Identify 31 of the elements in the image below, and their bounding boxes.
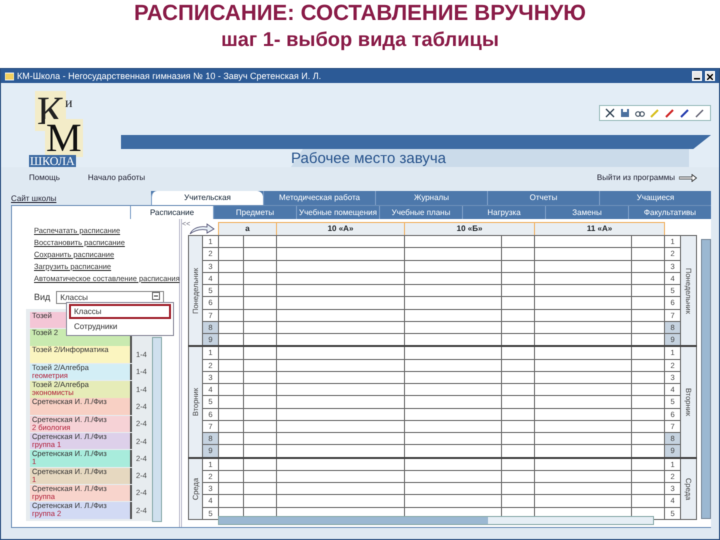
close-icon: [707, 74, 713, 80]
logo-letter: и: [65, 97, 72, 111]
curved-arrow-icon[interactable]: [188, 222, 214, 235]
scrollbar[interactable]: [701, 239, 711, 519]
class-header: 10 «А»: [276, 222, 405, 236]
slide-title: РАСПИСАНИЕ: СОСТАВЛЕНИЕ ВРУЧНУЮ: [133, 0, 587, 26]
tab[interactable]: Учительская: [151, 191, 263, 205]
logo-caption: ШКОЛА: [29, 155, 76, 167]
window-title: КМ-Школа - Негосударственная гимназия № 10 - Завуч Сретенская И. Л.: [17, 70, 322, 83]
nav-link[interactable]: Начало работы: [88, 172, 146, 184]
slide-subtitle: шаг 1- выбор вида таблицы: [220, 28, 500, 52]
scrollbar[interactable]: [152, 337, 162, 522]
class-header: 10 «Б»: [404, 222, 535, 236]
nav-link[interactable]: Помощь: [29, 172, 60, 184]
minimize-button[interactable]: [692, 71, 702, 81]
save-icon[interactable]: [620, 108, 630, 118]
close-button[interactable]: [705, 71, 715, 81]
tab[interactable]: Расписание: [130, 206, 213, 219]
view-label: Вид: [34, 291, 50, 304]
header-title: Рабочее место завуча: [291, 151, 446, 167]
dropdown-button-icon[interactable]: [152, 292, 160, 300]
menu-item[interactable]: Классы: [69, 304, 171, 319]
class-header: 11 «А»: [534, 222, 665, 236]
site-link[interactable]: Сайт школы: [1, 193, 151, 205]
class-header: а: [218, 222, 277, 236]
exit-link[interactable]: Выйти из программы: [596, 172, 675, 184]
scissors-icon[interactable]: [605, 108, 615, 118]
scrollbar[interactable]: [218, 516, 654, 525]
arrow-icon[interactable]: [679, 174, 697, 182]
app-icon: [5, 72, 14, 80]
binoculars-icon[interactable]: [635, 108, 645, 118]
